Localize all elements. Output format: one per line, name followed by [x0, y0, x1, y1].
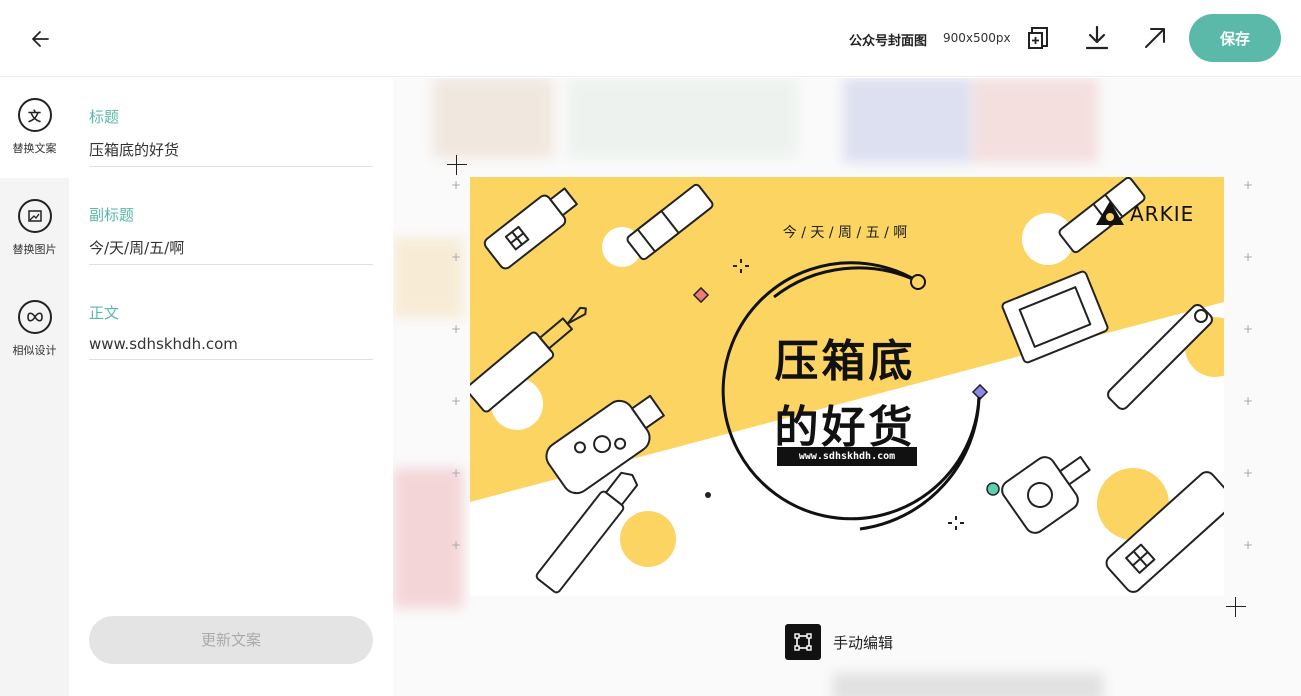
subtitle-input[interactable]: 今/天/周/五/啊: [89, 237, 373, 265]
resize-icon[interactable]: [1025, 24, 1053, 52]
manual-edit-label: 手动编辑: [833, 633, 894, 652]
field-label: 标题: [89, 108, 120, 126]
top-bar: 公众号封面图 900x500px 保存: [0, 0, 1301, 77]
manual-edit-button[interactable]: 手动编辑: [785, 624, 893, 660]
manual-edit-icon: [785, 624, 821, 660]
body-input[interactable]: www.sdhskhdh.com: [89, 335, 373, 360]
document-size: 900x500px: [943, 31, 1011, 45]
background-thumbnail: [833, 673, 1103, 696]
rail-item-similar-design[interactable]: 相似设计: [0, 280, 69, 380]
grid-mark: +: [451, 466, 462, 480]
rail-item-label: 替换文案: [12, 142, 57, 155]
rail-item-label: 替换图片: [12, 243, 57, 256]
grid-mark: +: [1243, 322, 1254, 336]
grid-mark: +: [1243, 538, 1254, 552]
left-rail: 文 替换文案 替换图片 相似设计: [0, 78, 69, 696]
rail-item-replace-image[interactable]: 替换图片: [0, 179, 69, 279]
back-arrow-icon[interactable]: [28, 26, 54, 52]
grid-mark: +: [1243, 394, 1254, 408]
rail-item-replace-text[interactable]: 文 替换文案: [0, 78, 69, 178]
grid-mark: +: [451, 394, 462, 408]
rail-item-label: 相似设计: [12, 344, 57, 357]
text-edit-panel: 标题 压箱底的好货 副标题 今/天/周/五/啊 正文 www.sdhskhdh.…: [69, 78, 393, 696]
save-button[interactable]: 保存: [1189, 14, 1281, 62]
grid-mark: +: [1243, 250, 1254, 264]
field-label: 副标题: [89, 206, 135, 224]
crop-corner-handle[interactable]: [447, 155, 467, 175]
background-thumbnail: [843, 78, 973, 163]
document-type-title: 公众号封面图: [849, 34, 928, 49]
infinity-icon: [17, 300, 52, 334]
design-workspace: + + + + + + + + + + + + 今 / 天 / 周 / 五 / …: [393, 78, 1301, 696]
design-subtitle: 今 / 天 / 周 / 五 / 啊: [782, 225, 908, 241]
download-icon[interactable]: [1083, 24, 1111, 52]
title-input[interactable]: 压箱底的好货: [89, 139, 373, 167]
background-thumbnail: [433, 78, 553, 158]
crop-corner-handle[interactable]: [1226, 597, 1246, 617]
design-title-line1: 压箱底: [774, 336, 916, 387]
background-thumbnail: [568, 78, 798, 158]
share-arrow-icon[interactable]: [1141, 24, 1169, 52]
grid-mark: +: [451, 538, 462, 552]
grid-mark: +: [1243, 466, 1254, 480]
brand-name: ARKIE: [1130, 202, 1195, 226]
design-url: www.sdhskhdh.com: [777, 447, 917, 466]
field-label: 正文: [89, 304, 120, 322]
subtitle-field: 副标题 今/天/周/五/啊: [89, 204, 373, 265]
background-thumbnail: [973, 78, 1098, 163]
update-text-button[interactable]: 更新文案: [89, 616, 373, 664]
grid-mark: +: [451, 250, 462, 264]
grid-mark: +: [451, 322, 462, 336]
title-field: 标题 压箱底的好货: [89, 106, 373, 167]
design-title-line2: 的好货: [774, 402, 916, 453]
image-icon: [17, 199, 52, 233]
grid-mark: +: [451, 178, 462, 192]
grid-mark: +: [1243, 178, 1254, 192]
cover-design-canvas[interactable]: 今 / 天 / 周 / 五 / 啊 压箱底 的好货 www.sdhskhdh.c…: [470, 177, 1224, 596]
body-field: 正文 www.sdhskhdh.com: [89, 302, 373, 360]
text-icon: 文: [17, 98, 52, 132]
